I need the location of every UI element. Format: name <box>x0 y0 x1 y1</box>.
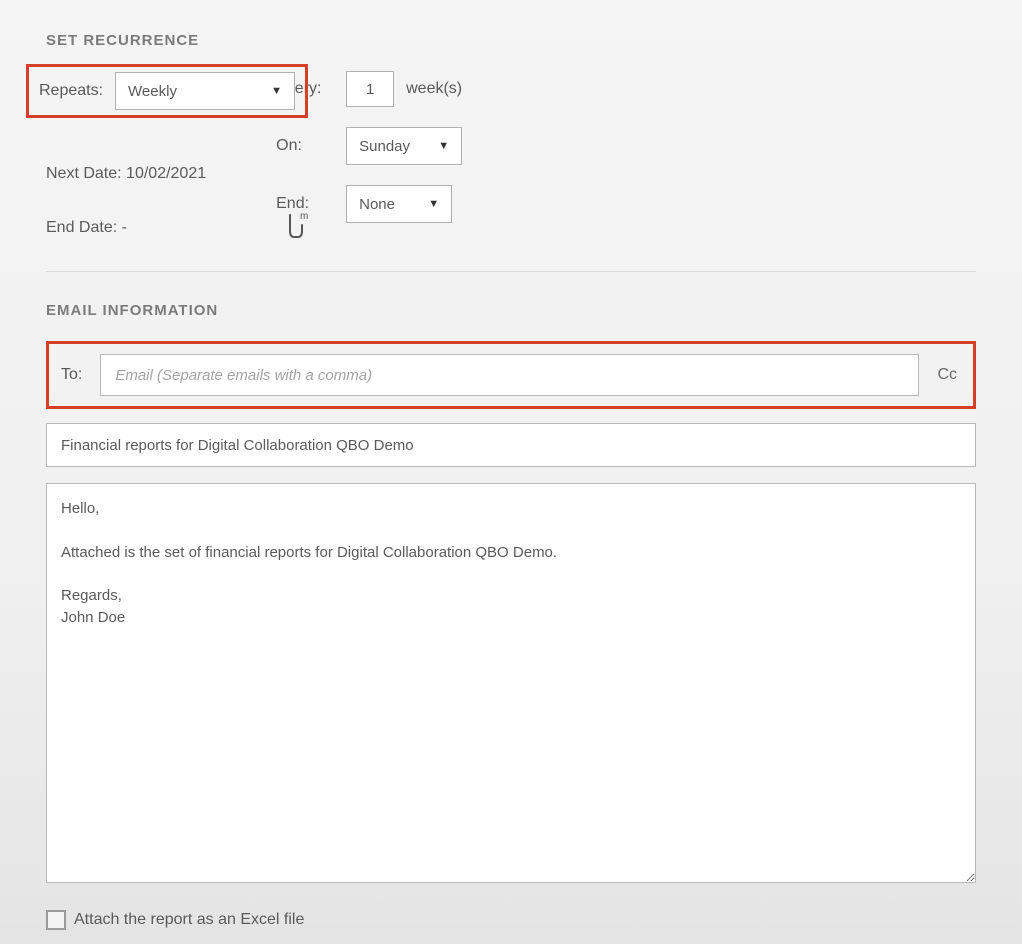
repeats-select[interactable]: Weekly ▼ <box>115 72 295 110</box>
set-recurrence-section: SET RECURRENCE Repeats: Weekly ▼ Next Da… <box>46 32 976 237</box>
email-subject-input[interactable] <box>46 423 976 467</box>
on-day-select[interactable]: Sunday ▼ <box>346 127 462 165</box>
repeats-highlight: Repeats: Weekly ▼ <box>26 64 308 118</box>
attach-excel-label: Attach the report as an Excel file <box>74 911 304 929</box>
email-to-input[interactable] <box>100 354 919 396</box>
end-date-value: - <box>122 219 127 236</box>
end-select[interactable]: None ▼ <box>346 185 452 223</box>
end-label: End: <box>276 195 334 213</box>
chevron-down-icon: ▼ <box>438 140 449 152</box>
email-to-highlight: To: Cc <box>46 341 976 409</box>
every-input[interactable] <box>346 71 394 107</box>
email-body-textarea[interactable] <box>46 483 976 883</box>
end-select-value: None <box>359 196 395 213</box>
repeats-select-value: Weekly <box>128 83 177 100</box>
next-date-label: Next Date: <box>46 165 122 182</box>
section-divider <box>46 271 976 272</box>
attach-excel-checkbox[interactable] <box>46 910 66 930</box>
email-information-section: EMAIL INFORMATION To: Cc Attach the repo… <box>46 302 976 930</box>
email-information-header: EMAIL INFORMATION <box>46 302 976 319</box>
end-date-label: End Date: <box>46 219 117 236</box>
next-date-value: 10/02/2021 <box>126 165 206 182</box>
every-units: week(s) <box>406 80 462 98</box>
on-day-value: Sunday <box>359 138 410 155</box>
chevron-down-icon: ▼ <box>428 198 439 210</box>
repeats-label: Repeats: <box>39 82 103 100</box>
set-recurrence-header: SET RECURRENCE <box>46 32 976 49</box>
chevron-down-icon: ▼ <box>271 85 282 97</box>
email-cc-toggle[interactable]: Cc <box>937 366 957 384</box>
email-to-label: To: <box>61 366 82 384</box>
on-label: On: <box>276 137 334 155</box>
